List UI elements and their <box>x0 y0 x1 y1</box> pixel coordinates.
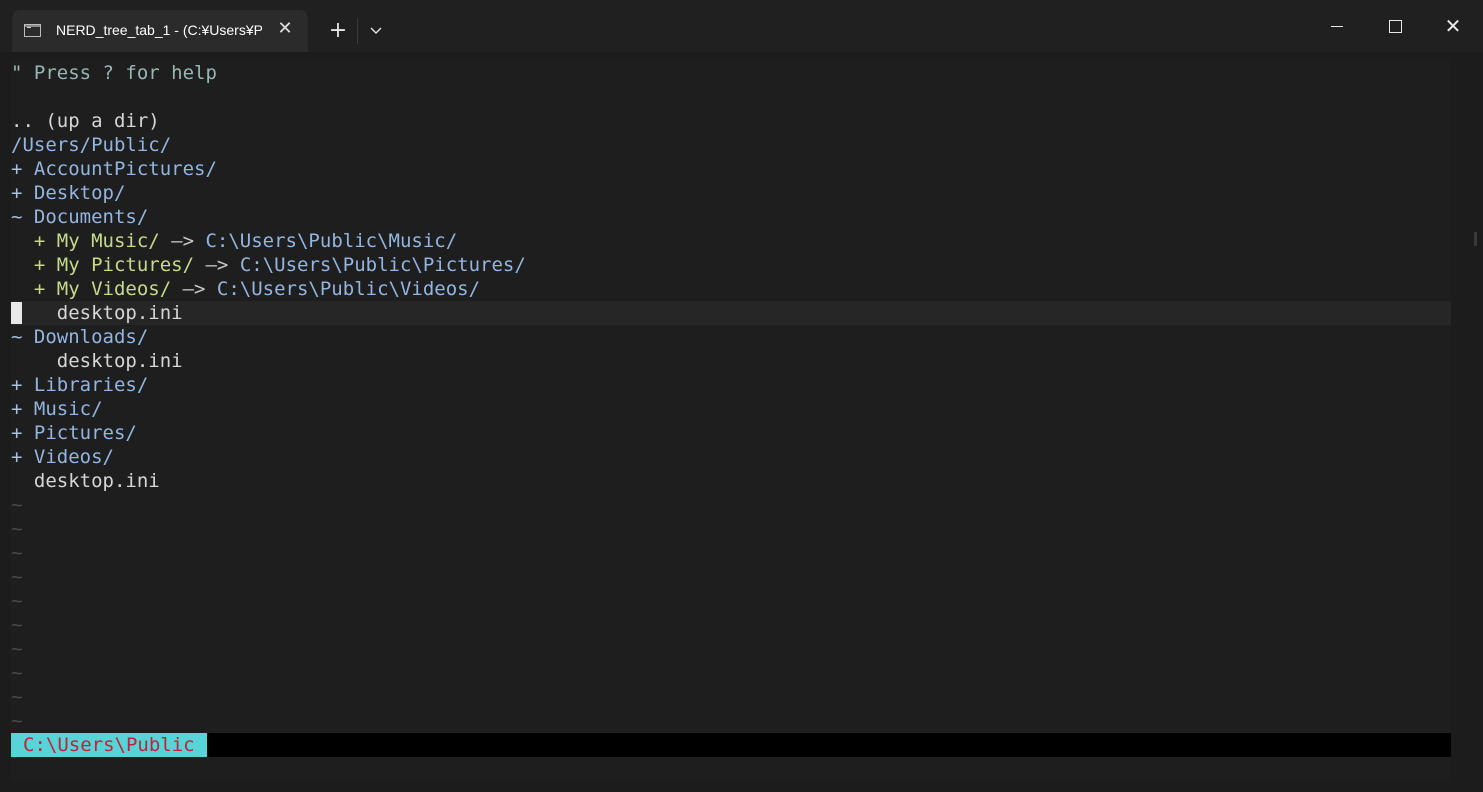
link-target: C:\Users\Public\Pictures/ <box>239 254 526 276</box>
expanded-marker: ~ <box>11 326 34 348</box>
link-name: My Videos/ <box>56 278 172 300</box>
file-indent <box>11 350 57 372</box>
collapsed-marker: + <box>11 278 57 300</box>
dir-name: Documents/ <box>33 206 149 228</box>
empty-line-marker: ~ <box>11 518 23 540</box>
collapsed-marker: + <box>11 230 57 252</box>
tree-item[interactable]: desktop.ini <box>11 469 1451 493</box>
collapsed-marker: + <box>11 398 34 420</box>
collapsed-marker: + <box>11 374 34 396</box>
help-line: " Press ? for help <box>11 62 217 84</box>
window-edge <box>1451 61 1483 781</box>
up-dir-line[interactable]: .. (up a dir) <box>11 109 1451 133</box>
empty-line-marker: ~ <box>11 566 23 588</box>
link-name: My Music/ <box>56 230 160 252</box>
title-bar: NERD_tree_tab_1 - (C:¥Users¥P ✕ + ✕ <box>0 0 1483 52</box>
vim-buffer[interactable]: " Press ? for help .. (up a dir) /Users/… <box>11 61 1451 781</box>
tab-nerd-tree[interactable]: NERD_tree_tab_1 - (C:¥Users¥P ✕ <box>12 10 308 52</box>
tree-item[interactable]: + My Videos/ —> C:\Users\Public\Videos/ <box>11 277 1451 301</box>
tree-item[interactable]: desktop.ini <box>11 349 1451 373</box>
link-target: C:\Users\Public\Music/ <box>205 230 458 252</box>
maximize-button[interactable] <box>1372 8 1418 44</box>
tree-item[interactable]: + My Pictures/ —> C:\Users\Public\Pictur… <box>11 253 1451 277</box>
scrollbar-thumb[interactable] <box>1474 232 1477 246</box>
empty-line-marker: ~ <box>11 494 23 516</box>
dir-name: Desktop/ <box>33 182 126 204</box>
empty-line-marker: ~ <box>11 710 23 732</box>
maximize-icon <box>1388 20 1402 33</box>
tree-item[interactable]: ~ Documents/ <box>11 205 1451 229</box>
terminal-icon <box>24 24 41 37</box>
collapsed-marker: + <box>11 158 34 180</box>
empty-line-marker: ~ <box>11 662 23 684</box>
file-name: desktop.ini <box>33 470 160 492</box>
tree-item[interactable]: + Pictures/ <box>11 421 1451 445</box>
status-path: C:\Users\Public <box>11 733 207 757</box>
status-line: C:\Users\Public <box>11 733 1451 757</box>
link-target: C:\Users\Public\Videos/ <box>216 278 481 300</box>
dir-name: Videos/ <box>33 446 114 468</box>
dir-name: Music/ <box>33 398 103 420</box>
tree-item[interactable]: + Videos/ <box>11 445 1451 469</box>
close-window-button[interactable]: ✕ <box>1430 8 1476 44</box>
tree-item[interactable]: + My Music/ —> C:\Users\Public\Music/ <box>11 229 1451 253</box>
link-arrow: —> <box>194 254 240 276</box>
tab-title: NERD_tree_tab_1 - (C:¥Users¥P <box>56 22 262 38</box>
new-tab-button[interactable]: + <box>323 16 353 46</box>
empty-line-marker: ~ <box>11 686 23 708</box>
tree-item[interactable]: + Desktop/ <box>11 181 1451 205</box>
tree-item[interactable]: + Music/ <box>11 397 1451 421</box>
chevron-down-icon[interactable] <box>361 16 391 46</box>
empty-line-marker: ~ <box>11 590 23 612</box>
dir-name: Libraries/ <box>33 374 149 396</box>
collapsed-marker: + <box>11 182 34 204</box>
dir-name: Pictures/ <box>33 422 137 444</box>
file-name: desktop.ini <box>56 350 183 372</box>
tree-item-current[interactable]: desktop.ini <box>11 301 1451 325</box>
close-tab-icon[interactable]: ✕ <box>274 18 296 40</box>
terminal-window: NERD_tree_tab_1 - (C:¥Users¥P ✕ + ✕ " Pr… <box>0 0 1483 792</box>
cursor <box>11 302 22 324</box>
collapsed-marker: + <box>11 446 34 468</box>
empty-line-marker: ~ <box>11 614 23 636</box>
link-arrow: —> <box>159 230 206 252</box>
empty-line-marker: ~ <box>11 542 23 564</box>
tree-item[interactable]: ~ Downloads/ <box>11 325 1451 349</box>
file-indent <box>11 470 34 492</box>
link-name: My Pictures/ <box>56 254 195 276</box>
tree-item[interactable]: + Libraries/ <box>11 373 1451 397</box>
tab-separator <box>357 18 358 44</box>
minimize-button[interactable] <box>1314 8 1360 44</box>
dir-name: Downloads/ <box>33 326 149 348</box>
empty-line-marker: ~ <box>11 638 23 660</box>
link-arrow: —> <box>171 278 217 300</box>
minimize-icon <box>1331 26 1343 27</box>
tree-item[interactable]: + AccountPictures/ <box>11 157 1451 181</box>
command-line[interactable] <box>11 757 1451 781</box>
expanded-marker: ~ <box>11 206 34 228</box>
root-path-line[interactable]: /Users/Public/ <box>11 133 1451 157</box>
file-name: desktop.ini <box>56 302 183 324</box>
collapsed-marker: + <box>11 254 57 276</box>
dir-name: AccountPictures/ <box>33 158 217 180</box>
collapsed-marker: + <box>11 422 34 444</box>
